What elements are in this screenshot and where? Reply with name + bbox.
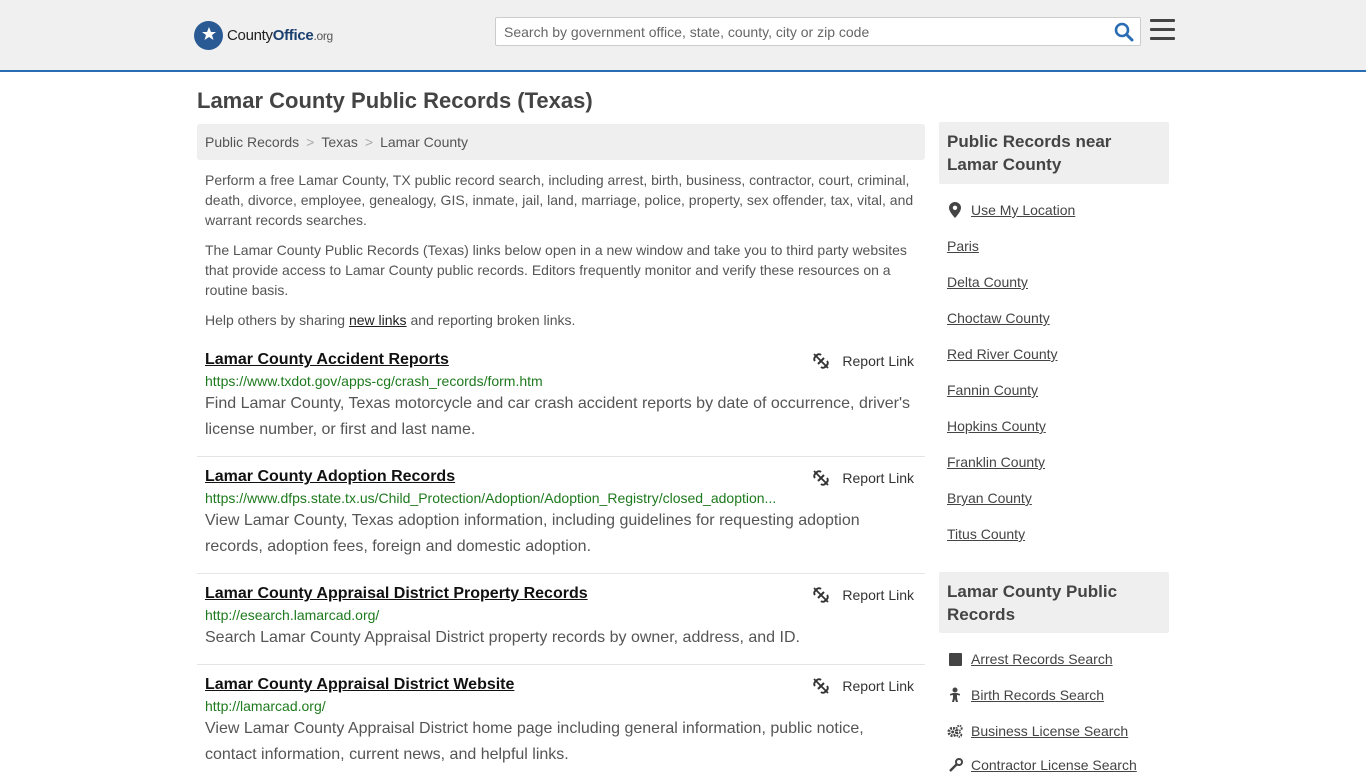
report-link-button[interactable]: Report Link xyxy=(812,469,914,487)
page-title: Lamar County Public Records (Texas) xyxy=(197,88,593,113)
business-license-link[interactable]: Business License Search xyxy=(971,723,1128,739)
search-input[interactable] xyxy=(496,18,1106,45)
record-url[interactable]: https://www.dfps.state.tx.us/Child_Prote… xyxy=(205,490,785,506)
divider xyxy=(197,456,925,457)
record-title-link[interactable]: Lamar County Appraisal District Property… xyxy=(205,585,588,603)
record-url[interactable]: http://lamarcad.org/ xyxy=(205,698,785,714)
site-logo[interactable]: CountyOffice.org xyxy=(194,20,333,50)
nearby-item[interactable]: Paris xyxy=(947,238,979,254)
use-location-link[interactable]: Use My Location xyxy=(971,202,1075,218)
broken-link-icon xyxy=(813,587,830,603)
nearby-item[interactable]: Choctaw County xyxy=(947,310,1050,326)
divider xyxy=(197,664,925,665)
contractor-license-item[interactable]: Contractor License Search xyxy=(947,757,1137,773)
broken-link-icon xyxy=(813,353,830,369)
logo-text: CountyOffice.org xyxy=(227,26,333,44)
nearby-item[interactable]: Bryan County xyxy=(947,490,1032,506)
nearby-link[interactable]: Titus County xyxy=(947,526,1025,542)
breadcrumb-texas[interactable]: Texas xyxy=(321,134,358,150)
broken-link-icon xyxy=(813,678,830,694)
record-item: Lamar County Appraisal District Website … xyxy=(197,676,925,768)
record-title-link[interactable]: Lamar County Adoption Records xyxy=(205,468,455,486)
record-title-link[interactable]: Lamar County Appraisal District Website xyxy=(205,676,514,694)
record-url[interactable]: http://esearch.lamarcad.org/ xyxy=(205,607,785,623)
square-icon xyxy=(947,651,963,667)
birth-records-link[interactable]: Birth Records Search xyxy=(971,687,1104,703)
arrest-records-item[interactable]: Arrest Records Search xyxy=(947,651,1113,667)
record-item: Lamar County Adoption Records Report Lin… xyxy=(197,468,925,560)
record-description: View Lamar County Appraisal District hom… xyxy=(205,720,864,763)
nearby-item[interactable]: Delta County xyxy=(947,274,1028,290)
record-url[interactable]: https://www.txdot.gov/apps-cg/crash_reco… xyxy=(205,373,785,389)
nearby-link[interactable]: Franklin County xyxy=(947,454,1045,470)
county-records-heading: Lamar County Public Records xyxy=(939,572,1169,633)
nearby-item[interactable]: Hopkins County xyxy=(947,418,1046,434)
record-item: Lamar County Accident Reports Report Lin… xyxy=(197,351,925,443)
nearby-link[interactable]: Bryan County xyxy=(947,490,1032,506)
nearby-link[interactable]: Red River County xyxy=(947,346,1058,362)
record-title-link[interactable]: Lamar County Accident Reports xyxy=(205,351,449,369)
breadcrumb-public-records[interactable]: Public Records xyxy=(205,134,299,150)
baby-icon xyxy=(947,687,963,703)
report-link-button[interactable]: Report Link xyxy=(812,586,914,604)
nearby-heading: Public Records near Lamar County xyxy=(939,122,1169,184)
record-description: Find Lamar County, Texas motorcycle and … xyxy=(205,395,910,438)
nearby-item[interactable]: Franklin County xyxy=(947,454,1045,470)
use-location-item[interactable]: Use My Location xyxy=(947,202,1075,218)
nearby-item[interactable]: Red River County xyxy=(947,346,1058,362)
record-item: Lamar County Appraisal District Property… xyxy=(197,585,925,651)
arrest-records-link[interactable]: Arrest Records Search xyxy=(971,651,1113,667)
divider xyxy=(197,573,925,574)
record-description: View Lamar County, Texas adoption inform… xyxy=(205,512,860,555)
disclaimer-paragraph: The Lamar County Public Records (Texas) … xyxy=(205,242,907,298)
top-bar: CountyOffice.org xyxy=(0,0,1366,72)
nearby-link[interactable]: Delta County xyxy=(947,274,1028,290)
record-description: Search Lamar County Appraisal District p… xyxy=(205,629,800,646)
nearby-link[interactable]: Paris xyxy=(947,238,979,254)
search-box xyxy=(495,17,1141,46)
share-paragraph: Help others by sharing new links and rep… xyxy=(205,312,576,328)
nearby-link[interactable]: Fannin County xyxy=(947,382,1038,398)
logo-badge-icon xyxy=(194,20,223,50)
report-link-button[interactable]: Report Link xyxy=(812,352,914,370)
contractor-license-link[interactable]: Contractor License Search xyxy=(971,757,1137,773)
nearby-item[interactable]: Fannin County xyxy=(947,382,1038,398)
search-icon[interactable] xyxy=(1114,22,1134,42)
breadcrumb-lamar-county[interactable]: Lamar County xyxy=(380,134,468,150)
gears-icon xyxy=(947,723,963,739)
nearby-link[interactable]: Hopkins County xyxy=(947,418,1046,434)
business-license-item[interactable]: Business License Search xyxy=(947,723,1128,739)
tools-icon xyxy=(947,757,963,773)
breadcrumb-separator: > xyxy=(306,134,315,150)
breadcrumb: Public Records > Texas > Lamar County xyxy=(197,124,925,160)
report-link-button[interactable]: Report Link xyxy=(812,677,914,695)
nearby-link[interactable]: Choctaw County xyxy=(947,310,1050,326)
new-links-link[interactable]: new links xyxy=(349,312,407,328)
intro-paragraph: Perform a free Lamar County, TX public r… xyxy=(205,172,914,228)
nearby-item[interactable]: Titus County xyxy=(947,526,1025,542)
breadcrumb-separator: > xyxy=(364,134,374,150)
broken-link-icon xyxy=(813,470,830,486)
map-marker-icon xyxy=(947,202,963,218)
birth-records-item[interactable]: Birth Records Search xyxy=(947,687,1104,703)
menu-icon[interactable] xyxy=(1150,19,1175,42)
